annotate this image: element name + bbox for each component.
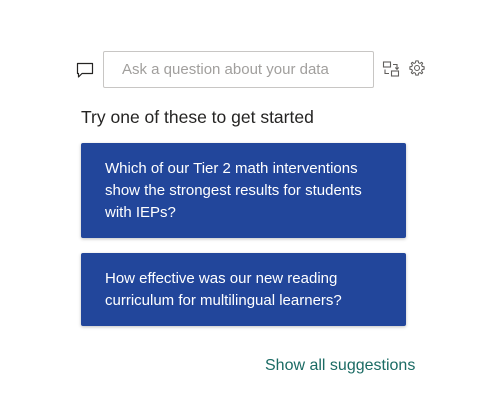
qna-search-input[interactable]	[103, 51, 374, 88]
suggestions-heading: Try one of these to get started	[81, 107, 314, 127]
suggestion-label: Which of our Tier 2 math interventions s…	[105, 159, 362, 221]
suggestion-label: How effective was our new reading curric…	[105, 269, 342, 309]
show-all-suggestions-link[interactable]: Show all suggestions	[265, 357, 415, 375]
gear-icon[interactable]	[407, 58, 427, 78]
convert-to-visual-icon[interactable]	[381, 59, 401, 79]
chat-bubble-icon[interactable]	[75, 60, 95, 80]
suggestion-button[interactable]: How effective was our new reading curric…	[81, 253, 406, 326]
qna-visual: Try one of these to get started Which of…	[0, 0, 487, 411]
suggestion-button[interactable]: Which of our Tier 2 math interventions s…	[81, 143, 406, 238]
